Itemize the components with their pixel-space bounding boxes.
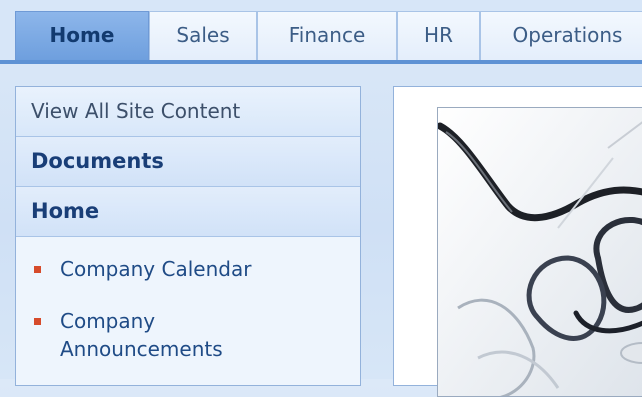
nav-item-label-line2: Announcements bbox=[60, 337, 223, 361]
bullet-icon bbox=[34, 318, 41, 325]
nav-item-company-calendar[interactable]: Company Calendar bbox=[16, 255, 360, 283]
nav-header-documents[interactable]: Documents bbox=[16, 137, 360, 187]
tab-bar-divider bbox=[0, 60, 642, 64]
content-panel bbox=[393, 86, 642, 397]
view-all-site-content-link[interactable]: View All Site Content bbox=[16, 87, 360, 137]
quick-launch-panel: View All Site Content Documents Home Com… bbox=[15, 86, 361, 386]
nav-header-home[interactable]: Home bbox=[16, 187, 360, 237]
tab-sales[interactable]: Sales bbox=[149, 11, 257, 60]
nav-item-label: Company Calendar bbox=[60, 257, 252, 281]
tab-hr[interactable]: HR bbox=[397, 11, 480, 60]
eyeglasses-photo bbox=[437, 107, 642, 397]
tab-home[interactable]: Home bbox=[15, 11, 149, 60]
nav-item-label-line1: Company bbox=[60, 309, 156, 333]
tab-finance[interactable]: Finance bbox=[257, 11, 397, 60]
eyeglasses-image bbox=[438, 108, 642, 396]
tab-operations[interactable]: Operations bbox=[480, 11, 642, 60]
bullet-icon bbox=[34, 266, 41, 273]
nav-item-company-announcements[interactable]: Company Announcements bbox=[16, 307, 360, 363]
top-nav-bar: Home Sales Finance HR Operations bbox=[0, 0, 642, 64]
